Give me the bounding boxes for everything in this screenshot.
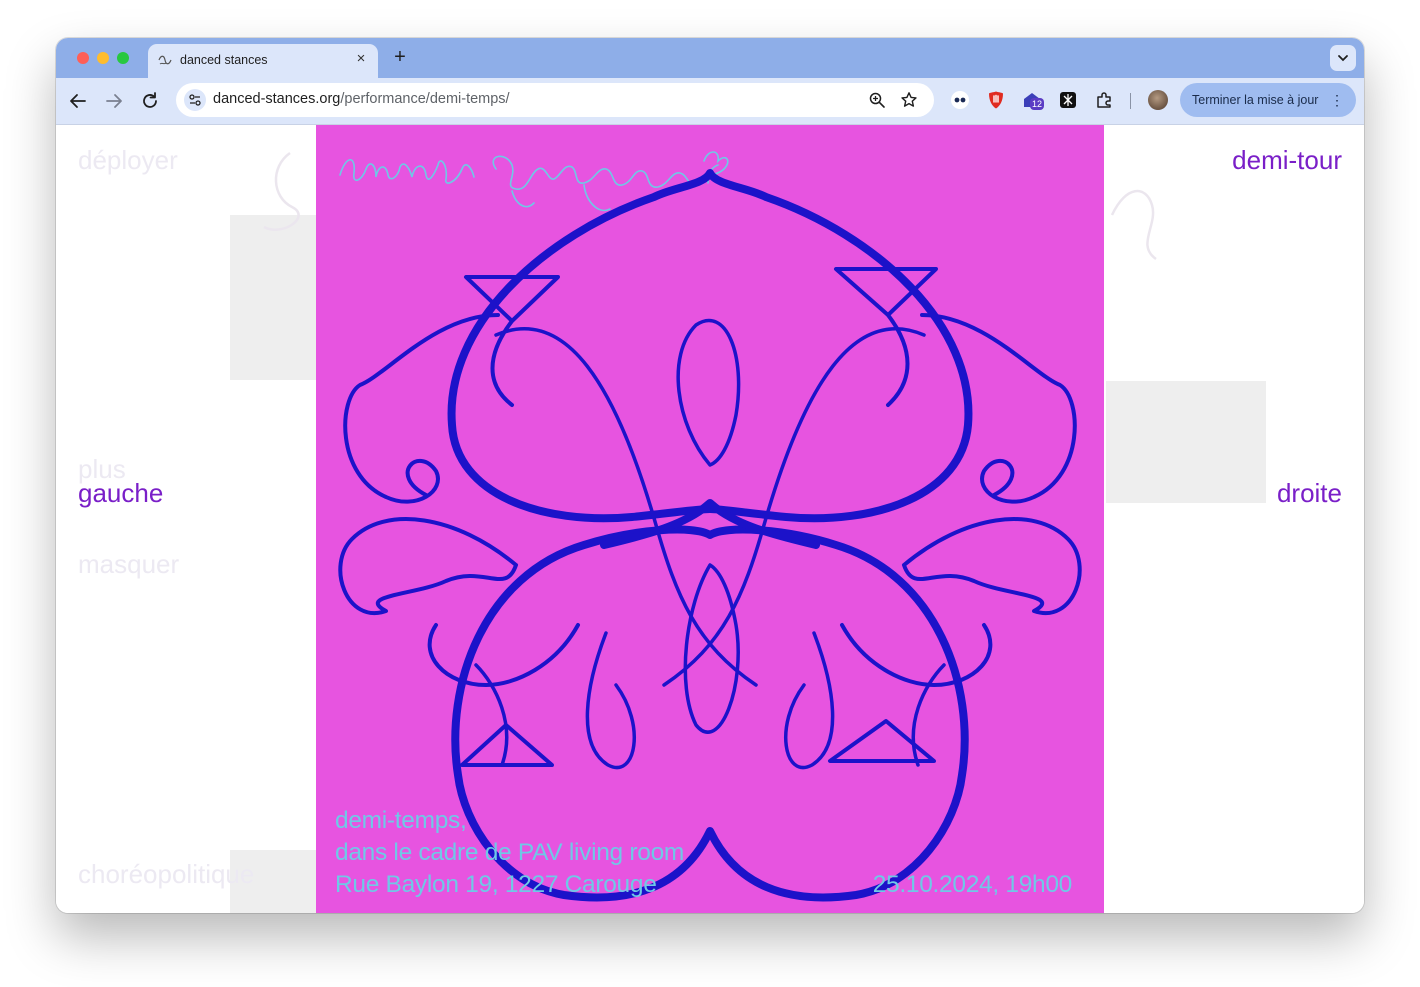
right-link[interactable]: droite bbox=[1277, 478, 1342, 509]
extension-eyes-icon[interactable] bbox=[950, 90, 970, 110]
url-path: /performance/demi-temps/ bbox=[340, 91, 510, 107]
address-bar[interactable]: danced-stances.org/performance/demi-temp… bbox=[176, 83, 934, 117]
tab-search-button[interactable] bbox=[1330, 45, 1356, 71]
close-window-button[interactable] bbox=[77, 52, 89, 64]
event-poster: demi-temps, dans le cadre de PAV living … bbox=[316, 125, 1104, 913]
choreopolitics-link[interactable]: choréopolitique bbox=[78, 859, 254, 890]
tab-danced-stances[interactable]: danced stances × bbox=[148, 44, 378, 78]
reload-icon[interactable] bbox=[138, 89, 162, 113]
zoom-icon[interactable] bbox=[868, 91, 886, 109]
faded-ornament-right-icon bbox=[1110, 189, 1157, 261]
browser-window: danced stances × + danced-stances.org/pe… bbox=[56, 38, 1364, 913]
profile-avatar[interactable] bbox=[1148, 90, 1168, 110]
page-viewport: déployer plus gauche masquer choréopolit… bbox=[56, 125, 1364, 913]
fullscreen-window-button[interactable] bbox=[117, 52, 129, 64]
update-browser-button[interactable]: Terminer la mise à jour ⋮ bbox=[1180, 83, 1356, 117]
update-button-label: Terminer la mise à jour bbox=[1192, 93, 1319, 107]
extension-badge: 12 bbox=[1030, 98, 1045, 110]
faded-ornament-left-icon bbox=[263, 151, 300, 231]
calligraphic-title-logo bbox=[339, 151, 729, 212]
extensions-puzzle-icon[interactable] bbox=[1094, 90, 1114, 110]
deploy-link[interactable]: déployer bbox=[78, 145, 178, 176]
toolbar-divider bbox=[1130, 93, 1131, 109]
site-favicon-icon bbox=[158, 55, 172, 65]
event-title: demi-temps, bbox=[335, 807, 467, 834]
adblock-shield-icon[interactable] bbox=[986, 90, 1006, 110]
hide-link[interactable]: masquer bbox=[78, 549, 179, 580]
poster-ornament bbox=[338, 151, 1082, 902]
tab-strip: danced stances × + bbox=[56, 38, 1364, 78]
site-info-button[interactable] bbox=[184, 89, 206, 111]
ornamental-figure bbox=[338, 169, 1082, 902]
background-photo-right bbox=[1106, 381, 1266, 503]
event-address: Rue Baylon 19, 1227 Carouge bbox=[335, 871, 657, 898]
back-arrow-icon[interactable] bbox=[66, 89, 90, 113]
event-datetime: 25.10.2024, 19h00 bbox=[872, 871, 1073, 898]
event-context: dans le cadre de PAV living room bbox=[335, 839, 685, 866]
tune-icon bbox=[189, 94, 201, 106]
browser-toolbar: danced-stances.org/performance/demi-temp… bbox=[56, 78, 1364, 125]
extension-house-button[interactable]: 12 bbox=[1022, 90, 1045, 110]
new-tab-button[interactable]: + bbox=[389, 46, 411, 68]
chevron-down-icon bbox=[1338, 55, 1348, 62]
tab-close-icon[interactable]: × bbox=[352, 50, 370, 68]
url-text[interactable]: danced-stances.org/performance/demi-temp… bbox=[213, 91, 510, 107]
turn-around-link[interactable]: demi-tour bbox=[1232, 145, 1342, 176]
tab-title: danced stances bbox=[180, 53, 268, 67]
minimize-window-button[interactable] bbox=[97, 52, 109, 64]
url-host: danced-stances.org bbox=[213, 91, 341, 107]
bookmark-star-icon[interactable] bbox=[900, 91, 918, 109]
more-menu-icon[interactable]: ⋮ bbox=[1330, 92, 1344, 108]
left-link[interactable]: gauche bbox=[78, 478, 163, 509]
forward-arrow-icon[interactable] bbox=[102, 89, 126, 113]
extension-aperture-icon[interactable] bbox=[1058, 90, 1078, 110]
